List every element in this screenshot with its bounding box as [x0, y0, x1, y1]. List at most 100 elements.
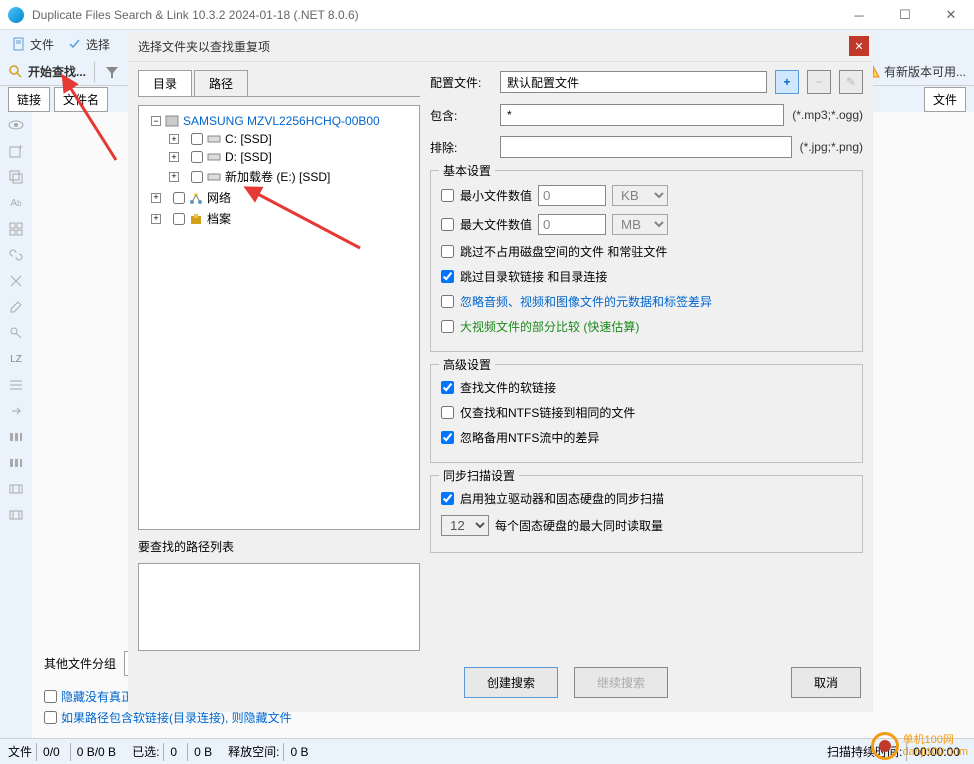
maximize-button[interactable]: ☐	[882, 0, 928, 30]
config-edit-button[interactable]: ✎	[839, 70, 863, 94]
app-icon	[8, 7, 24, 23]
dialog-title-text: 选择文件夹以查找重复项	[138, 38, 270, 55]
sync-enable-row[interactable]: 启用独立驱动器和固态硬盘的同步扫描	[441, 486, 852, 511]
sync-threads-row: 12 每个固态硬盘的最大同时读取量	[441, 511, 852, 540]
advanced-legend: 高级设置	[439, 356, 495, 373]
start-search-button[interactable]: 开始查找...	[8, 63, 86, 80]
hide-no-dup-checkbox[interactable]	[44, 690, 57, 703]
min-unit-select[interactable]: KB	[612, 185, 668, 206]
exclude-row: 排除: (*.jpg;*.png)	[430, 136, 863, 158]
sb-wrench-icon[interactable]	[6, 324, 26, 342]
statusbar: 文件 0/0 0 B/0 B 已选: 0 0 B 释放空间: 0 B 扫描持续时…	[0, 738, 974, 764]
folder-tree[interactable]: − SAMSUNG MZVL2256HCHQ-00B00 + C: [SSD] …	[138, 105, 420, 530]
skip-nospace-row[interactable]: 跳过不占用磁盘空间的文件 和常驻文件	[441, 239, 852, 264]
sb-text-icon[interactable]: Ab	[6, 194, 26, 212]
status-sel-count: 0	[163, 743, 183, 761]
tree-checkbox[interactable]	[191, 133, 203, 145]
sb-link-icon[interactable]	[6, 246, 26, 264]
sb-copy-icon[interactable]	[6, 168, 26, 186]
sb-tool-icon[interactable]	[6, 298, 26, 316]
sb-add-icon[interactable]: +	[6, 142, 26, 160]
find-softlinks-label: 查找文件的软链接	[460, 379, 556, 396]
config-add-button[interactable]: +	[775, 70, 799, 94]
include-input[interactable]	[500, 104, 784, 126]
create-search-button[interactable]: 创建搜索	[464, 667, 558, 698]
sb-grid-icon[interactable]	[6, 220, 26, 238]
ignore-alt-ntfs-checkbox[interactable]	[441, 431, 454, 444]
continue-search-button[interactable]: 继续搜索	[574, 667, 668, 698]
sb-bars1-icon[interactable]	[6, 376, 26, 394]
tree-drive-c[interactable]: + C: [SSD]	[143, 130, 415, 148]
skip-symlink-checkbox[interactable]	[441, 270, 454, 283]
sb-film1-icon[interactable]	[6, 480, 26, 498]
only-ntfs-row[interactable]: 仅查找和NTFS链接到相同的文件	[441, 400, 852, 425]
ignore-meta-checkbox[interactable]	[441, 295, 454, 308]
menu-select[interactable]: 选择	[64, 34, 114, 55]
tab-file[interactable]: 文件	[924, 87, 966, 112]
pathlist-box[interactable]	[138, 563, 420, 651]
dialog-titlebar: 选择文件夹以查找重复项 ✕	[128, 32, 873, 62]
tab-filename[interactable]: 文件名	[54, 87, 108, 112]
tab-path[interactable]: 路径	[194, 70, 248, 96]
tree-checkbox[interactable]	[173, 192, 185, 204]
other-group-label: 其他文件分组	[44, 655, 116, 672]
sb-blocks2-icon[interactable]	[6, 454, 26, 472]
new-version-notice[interactable]: ! 有新版本可用...	[866, 63, 966, 80]
sb-eye-icon[interactable]	[6, 116, 26, 134]
tree-drive-e[interactable]: + 新加载卷 (E:) [SSD]	[143, 166, 415, 187]
skip-nospace-checkbox[interactable]	[441, 245, 454, 258]
tree-toggle-icon[interactable]: +	[169, 134, 179, 144]
tree-drive-d-label: D: [SSD]	[225, 150, 272, 164]
sync-enable-checkbox[interactable]	[441, 492, 454, 505]
max-unit-select[interactable]: MB	[612, 214, 668, 235]
status-free-label: 释放空间:	[228, 743, 279, 760]
tree-drive-d[interactable]: + D: [SSD]	[143, 148, 415, 166]
sb-film2-icon[interactable]	[6, 506, 26, 524]
config-input[interactable]	[500, 71, 767, 93]
sb-arrow-icon[interactable]	[6, 402, 26, 420]
cancel-button[interactable]: 取消	[791, 667, 861, 698]
tree-toggle-icon[interactable]: +	[169, 172, 179, 182]
dialog-close-button[interactable]: ✕	[849, 36, 869, 56]
ignore-meta-row[interactable]: 忽略音频、视频和图像文件的元数据和标签差异	[441, 289, 852, 314]
config-remove-button[interactable]: −	[807, 70, 831, 94]
minimize-button[interactable]: ─	[836, 0, 882, 30]
min-size-label: 最小文件数值	[460, 187, 532, 204]
find-softlinks-checkbox[interactable]	[441, 381, 454, 394]
tree-toggle-icon[interactable]: +	[151, 193, 161, 203]
max-size-input[interactable]	[538, 214, 606, 235]
search-icon	[8, 64, 24, 80]
tree-toggle-icon[interactable]: +	[151, 214, 161, 224]
skip-symlink-row[interactable]: 跳过目录软链接 和目录连接	[441, 264, 852, 289]
tree-checkbox[interactable]	[173, 213, 185, 225]
tree-toggle-icon[interactable]: +	[169, 152, 179, 162]
tree-root[interactable]: − SAMSUNG MZVL2256HCHQ-00B00	[143, 112, 415, 130]
window-controls: ─ ☐ ✕	[836, 0, 974, 30]
tab-directory[interactable]: 目录	[138, 70, 192, 96]
partial-video-row[interactable]: 大视频文件的部分比较 (快速估算)	[441, 314, 852, 339]
ignore-alt-ntfs-row[interactable]: 忽略备用NTFS流中的差异	[441, 425, 852, 450]
tree-checkbox[interactable]	[191, 151, 203, 163]
sb-lz-label[interactable]: LZ	[6, 350, 26, 368]
exclude-input[interactable]	[500, 136, 792, 158]
archive-icon	[189, 212, 203, 226]
find-softlinks-row[interactable]: 查找文件的软链接	[441, 375, 852, 400]
tab-links[interactable]: 链接	[8, 87, 50, 112]
menu-file[interactable]: 文件	[8, 34, 58, 55]
sync-threads-select[interactable]: 12	[441, 515, 489, 536]
sb-x-icon[interactable]	[6, 272, 26, 290]
min-size-input[interactable]	[538, 185, 606, 206]
only-ntfs-checkbox[interactable]	[441, 406, 454, 419]
max-size-checkbox[interactable]	[441, 218, 454, 231]
close-button[interactable]: ✕	[928, 0, 974, 30]
hide-softlink-checkbox[interactable]	[44, 711, 57, 724]
tree-toggle-icon[interactable]: −	[151, 116, 161, 126]
min-size-checkbox[interactable]	[441, 189, 454, 202]
partial-video-checkbox[interactable]	[441, 320, 454, 333]
sb-blocks1-icon[interactable]	[6, 428, 26, 446]
tree-checkbox[interactable]	[191, 171, 203, 183]
tree-network[interactable]: + 网络	[143, 187, 415, 208]
sync-legend: 同步扫描设置	[439, 467, 519, 484]
tree-archive[interactable]: + 档案	[143, 208, 415, 229]
filter-icon[interactable]	[103, 63, 121, 81]
